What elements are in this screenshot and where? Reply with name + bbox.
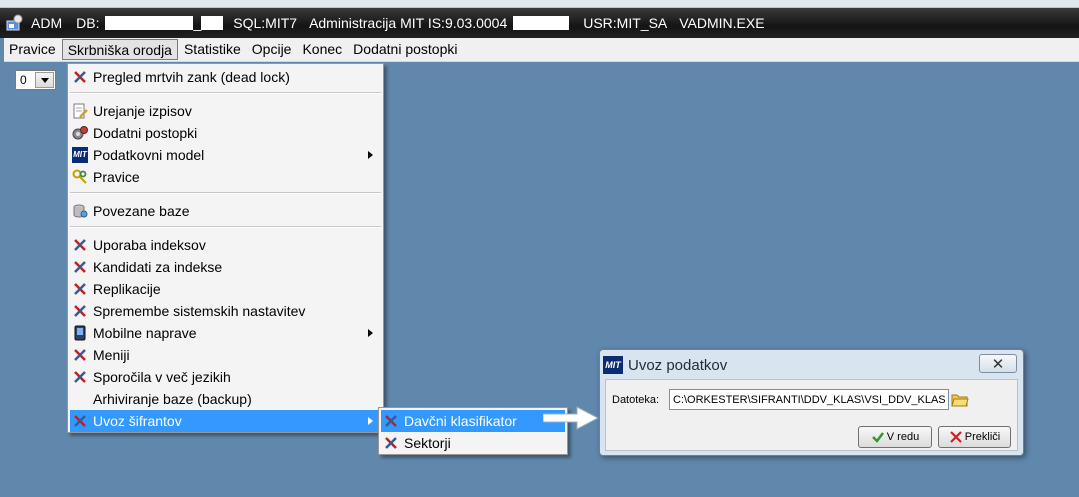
menu-dodatni-postopki[interactable]: Dodatni postopki [348,39,462,60]
app-icon [5,13,25,33]
submenu-item-sektorji[interactable]: Sektorji [381,432,565,454]
menu-item-podatkovni-model[interactable]: MIT Podatkovni model [70,144,381,166]
title-db-label: DB: [76,15,100,31]
redacted-info [513,16,570,30]
tools-icon [72,369,88,385]
skrbniska-orodja-dropdown: Pregled mrtvih zank (dead lock) Urejanje… [67,63,384,433]
submenu-arrow-icon [368,151,373,159]
menu-pravice[interactable]: Pravice [4,39,61,60]
menu-separator [70,192,381,194]
tools-icon [72,69,88,85]
chevron-down-icon[interactable] [35,72,54,88]
close-icon: ✕ [991,355,1005,373]
file-label: Datoteka: [612,394,660,406]
menu-item-replikacije[interactable]: Replikacije [70,278,381,300]
ok-button[interactable]: V redu [858,426,932,448]
submenu-arrow-icon [368,417,373,425]
folder-open-icon[interactable] [951,390,969,408]
menu-item-meniji[interactable]: Meniji [70,344,381,366]
database-icon [72,203,88,219]
menu-separator [70,226,381,228]
file-path-input[interactable] [669,389,949,410]
tools-icon [72,413,88,429]
keys-icon [72,169,88,185]
title-sql: SQL:MIT7 [233,15,298,31]
uvoz-sifrantov-submenu: Davčni klasifikator Sektorji [378,407,568,455]
mit-logo-icon: MIT [603,356,623,374]
tools-icon [72,303,88,319]
value-combobox[interactable]: 0 [15,70,56,90]
tools-icon [383,435,399,451]
menu-item-urejanje-izpisov[interactable]: Urejanje izpisov [70,100,381,122]
menu-bar: Pravice Skrbniška orodja Statistike Opci… [4,38,1079,62]
menu-item-arhiviranje-baze[interactable]: Arhiviranje baze (backup) [70,388,381,410]
submenu-item-davcni-klasifikator[interactable]: Davčni klasifikator [381,410,565,432]
uvoz-podatkov-dialog: MIT Uvoz podatkov ✕ Datoteka: V redu Pre… [599,349,1024,456]
menu-separator [70,92,381,94]
menu-skrbniska-orodja[interactable]: Skrbniška orodja [61,39,178,60]
menu-item-uvoz-sifrantov[interactable]: Uvoz šifrantov [70,410,381,432]
checkmark-icon [871,430,885,444]
tools-icon [383,413,399,429]
redacted-db-name [105,16,194,30]
menu-item-spremembe-nastavitev[interactable]: Spremembe sistemskih nastavitev [70,300,381,322]
menu-opcije[interactable]: Opcije [247,39,297,60]
dialog-body: Datoteka: V redu Prekliči [605,379,1018,451]
tools-icon [72,347,88,363]
menu-item-dodatni-postopki[interactable]: Dodatni postopki [70,122,381,144]
menu-item-uporaba-indeksov[interactable]: Uporaba indeksov [70,234,381,256]
mit-logo-icon: MIT [72,147,88,163]
top-strip [0,0,1079,8]
annotation-arrow-icon [543,406,599,430]
title-db-suffix: _ [193,15,202,31]
menu-item-pravice[interactable]: Pravice [70,166,381,188]
close-button[interactable]: ✕ [979,354,1017,373]
tools-icon [72,259,88,275]
document-edit-icon [72,103,88,119]
cancel-x-icon [949,430,963,444]
menu-item-kandidati-za-indekse[interactable]: Kandidati za indekse [70,256,381,278]
combobox-value: 0 [20,73,27,87]
menu-statistike[interactable]: Statistike [179,39,246,60]
menu-item-povezane-baze[interactable]: Povezane baze [70,200,381,222]
dialog-title: Uvoz podatkov [628,356,728,374]
title-exe: VADMIN.EXE [679,15,765,31]
tools-icon [72,281,88,297]
gears-icon [72,125,88,141]
menu-item-sporocila[interactable]: Sporočila v več jezikih [70,366,381,388]
menu-item-dead-lock[interactable]: Pregled mrtvih zank (dead lock) [70,66,381,88]
menu-item-mobilne-naprave[interactable]: Mobilne naprave [70,322,381,344]
redacted-db-tail [201,16,224,30]
title-admin: Administracija MIT IS:9.03.0004 [309,15,508,31]
menu-konec[interactable]: Konec [297,39,347,60]
tools-icon [72,237,88,253]
title-user: USR:MIT_SA [583,15,668,31]
submenu-arrow-icon [368,329,373,337]
title-app: ADM [31,15,63,31]
mobile-device-icon [72,325,88,341]
cancel-button[interactable]: Prekliči [938,426,1011,448]
dialog-title-bar: MIT Uvoz podatkov [603,353,727,377]
title-bar: ADM DB: _ SQL:MIT7 Administracija MIT IS… [0,8,1079,38]
